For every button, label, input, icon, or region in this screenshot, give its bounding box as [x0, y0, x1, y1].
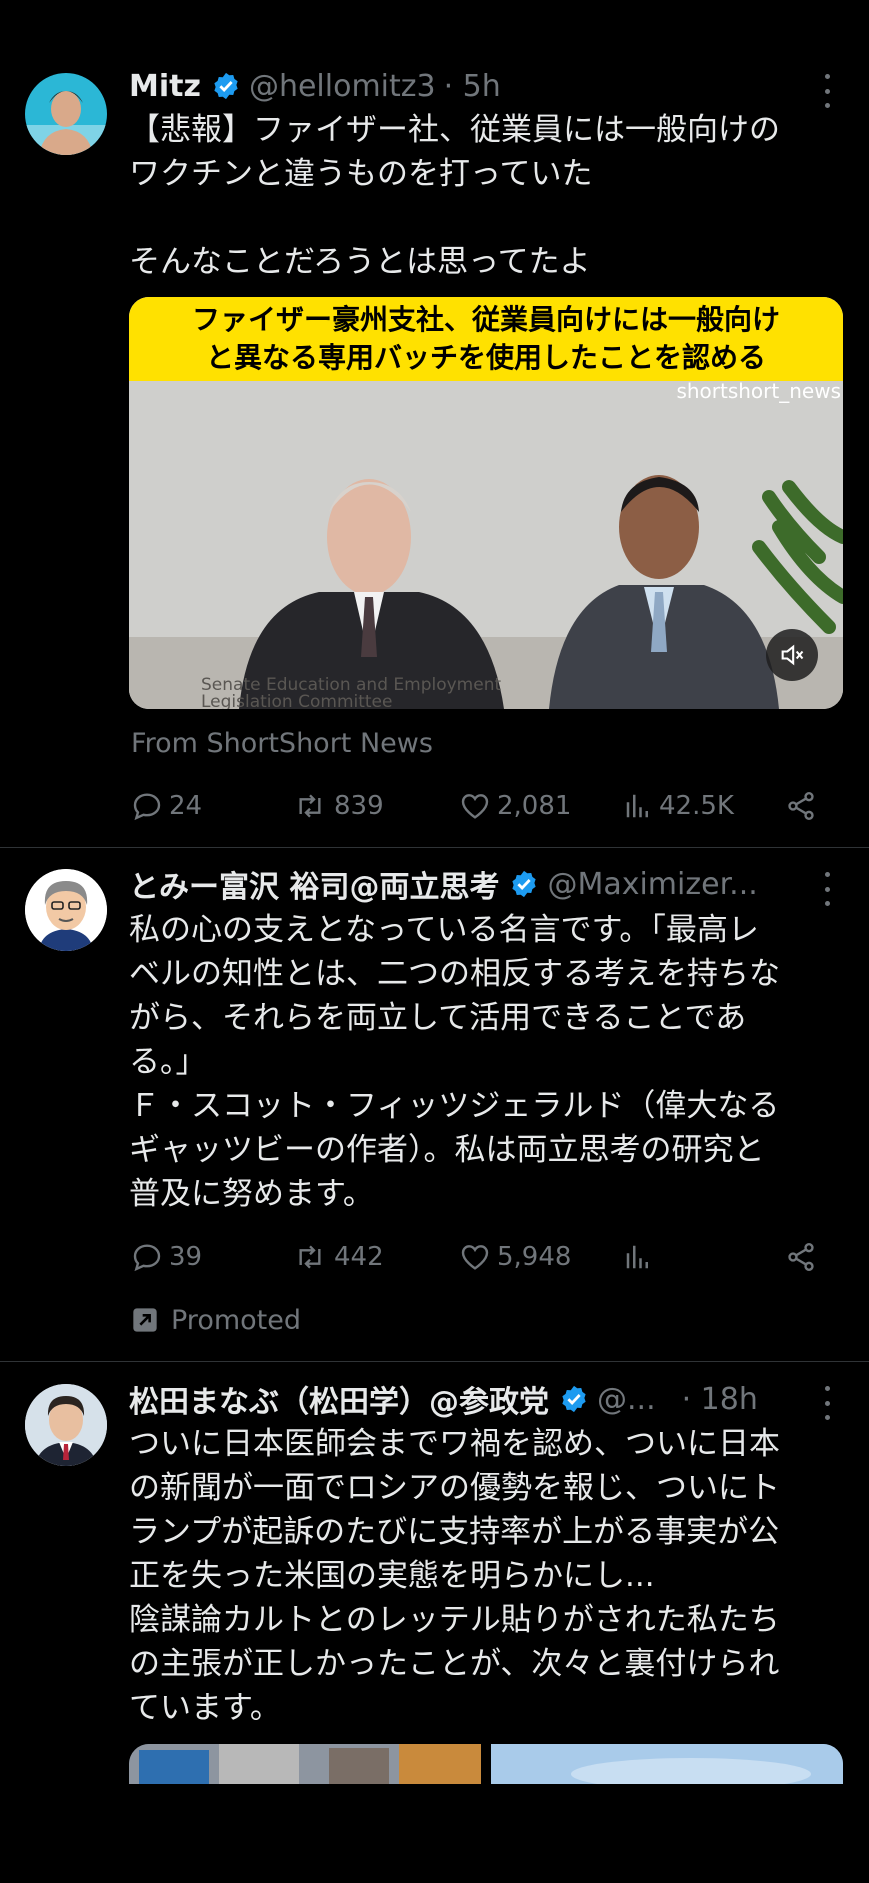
share-icon [788, 1243, 814, 1271]
verified-badge-icon [562, 1385, 586, 1413]
like-count: 2,081 [497, 791, 572, 821]
more-options-icon[interactable] [815, 1386, 839, 1420]
retweet-icon [299, 794, 321, 818]
media-image[interactable] [491, 1744, 843, 1784]
promoted-arrow-icon [133, 1308, 157, 1332]
text-line: 正を失った米国の実態を明らかにし... [129, 1558, 655, 1594]
tweet-header: 松田まなぶ（松田学）@参政党 @... · 18h [129, 1377, 758, 1421]
lower-third: Senate Education and Employment Legislat… [201, 677, 501, 710]
retweet-count: 839 [334, 791, 384, 821]
share-button[interactable] [785, 786, 823, 826]
volume-muted-icon [781, 644, 804, 666]
action-bar: 39 442 5,948 [129, 1237, 829, 1277]
author-handle[interactable]: @hellomitz3 [249, 69, 436, 104]
retweet-button[interactable]: 839 [292, 786, 384, 826]
video-caption-banner: ファイザー豪州支社、従業員向けには一般向け と異なる専用バッチを使用したことを認… [129, 297, 843, 381]
retweet-button[interactable]: 442 [292, 1237, 384, 1277]
verified-badge-icon [512, 870, 537, 898]
text-line: 私の心の支えとなっている名言です。「最高レ [129, 912, 759, 948]
reply-button[interactable]: 39 [131, 1237, 202, 1277]
tweet-mitz[interactable]: Mitz @hellomitz3 · 5h 【悲報】ファイザー社、従業員には一般… [0, 0, 869, 848]
author-name[interactable]: Mitz [129, 69, 201, 104]
reply-count: 24 [169, 791, 203, 821]
avatar[interactable] [25, 73, 107, 155]
text-line: の新聞が一面でロシアの優勢を報じ、ついにト [129, 1470, 780, 1506]
timestamp[interactable]: · 18h [682, 1382, 758, 1417]
video-source[interactable]: From ShortShort News [131, 728, 433, 759]
retweet-icon [299, 1245, 321, 1269]
text-line: る。」 [129, 1044, 207, 1080]
text-line: ついに日本医師会までワ禍を認め、ついに日本 [129, 1426, 780, 1462]
text-line: がら、それらを両立して活用できることであ [129, 1000, 747, 1036]
caption-line: と異なる専用バッチを使用したことを認める [205, 341, 766, 374]
reply-count: 39 [169, 1242, 203, 1272]
author-name[interactable]: とみー富沢 裕司@両立思考 [129, 862, 499, 906]
like-button[interactable]: 2,081 [459, 786, 571, 826]
promoted-label[interactable]: Promoted [131, 1300, 301, 1340]
views-button[interactable]: 42.5K [623, 786, 734, 826]
caption-line: ファイザー豪州支社、従業員向けには一般向け [191, 303, 780, 336]
text-line: ギャッツビーの作者）。私は両立思考の研究と [129, 1132, 765, 1168]
views-chart-icon [626, 794, 648, 818]
author-name[interactable]: 松田まなぶ（松田学）@参政党 [129, 1377, 549, 1421]
video-player[interactable]: ファイザー豪州支社、従業員向けには一般向け と異なる専用バッチを使用したことを認… [129, 297, 843, 709]
video-watermark: shortshort_news [676, 379, 841, 403]
text-line: ワクチンと違うものを打っていた [129, 156, 593, 192]
text-line: 普及に努めます。 [129, 1176, 374, 1212]
author-handle[interactable]: @Maximizer... [547, 867, 757, 902]
text-line: ています。 [129, 1690, 281, 1726]
views-chart-icon [626, 1245, 648, 1269]
reply-button[interactable]: 24 [131, 786, 202, 826]
tweet-header: とみー富沢 裕司@両立思考 @Maximizer... [129, 862, 758, 906]
like-button[interactable]: 5,948 [459, 1237, 571, 1277]
share-icon [788, 792, 814, 820]
like-count: 5,948 [497, 1242, 572, 1272]
avatar[interactable] [25, 1384, 107, 1466]
heart-icon [461, 1245, 489, 1270]
lower-third-line: Legislation Committee [201, 692, 393, 710]
heart-icon [461, 794, 489, 819]
action-bar: 24 839 2,081 42.5K [129, 786, 829, 826]
tweet-tomy[interactable]: とみー富沢 裕司@両立思考 @Maximizer... 私の心の支えとなっている… [0, 848, 869, 1362]
text-line: ベルの知性とは、二つの相反する考えを持ちな [129, 956, 780, 992]
text-line: 【悲報】ファイザー社、従業員には一般向けの [129, 112, 780, 148]
promoted-text: Promoted [171, 1304, 301, 1336]
mute-button[interactable] [766, 629, 818, 681]
text-line: 陰謀論カルトとのレッテル貼りがされた私たち [129, 1602, 780, 1638]
reply-icon [133, 793, 161, 821]
text-line: Ｆ・スコット・フィッツジェラルド（偉大なる [129, 1088, 780, 1124]
more-options-icon[interactable] [815, 872, 839, 906]
media-image[interactable] [129, 1744, 481, 1784]
text-line: の主張が正しかったことが、次々と裏付けられ [129, 1646, 780, 1682]
text-line: ランプが起訴のたびに支持率が上がる事実が公 [129, 1514, 780, 1550]
reply-icon [133, 1244, 161, 1272]
tweet-text: 私の心の支えとなっている名言です。「最高レ ベルの知性とは、二つの相反する考えを… [129, 908, 839, 1216]
text-line: そんなことだろうとは思ってたよ [129, 244, 591, 280]
view-count: 42.5K [659, 791, 734, 821]
author-handle[interactable]: @... [597, 1382, 656, 1417]
share-button[interactable] [785, 1237, 823, 1277]
timestamp[interactable]: · 5h [444, 69, 501, 104]
tweet-header: Mitz @hellomitz3 · 5h [129, 66, 501, 106]
verified-badge-icon [214, 72, 238, 100]
retweet-count: 442 [334, 1242, 384, 1272]
tweet-text: 【悲報】ファイザー社、従業員には一般向けの ワクチンと違うものを打っていた そん… [129, 108, 839, 284]
tweet-text: ついに日本医師会までワ禍を認め、ついに日本 の新聞が一面でロシアの優勢を報じ、つ… [129, 1422, 839, 1730]
more-options-icon[interactable] [815, 74, 839, 108]
avatar[interactable] [25, 869, 107, 951]
text-line [129, 196, 839, 240]
tweet-matsuda[interactable]: 松田まなぶ（松田学）@参政党 @... · 18h ついに日本医師会までワ禍を認… [0, 1362, 869, 1784]
views-button[interactable] [623, 1237, 659, 1277]
media-grid [129, 1744, 843, 1784]
